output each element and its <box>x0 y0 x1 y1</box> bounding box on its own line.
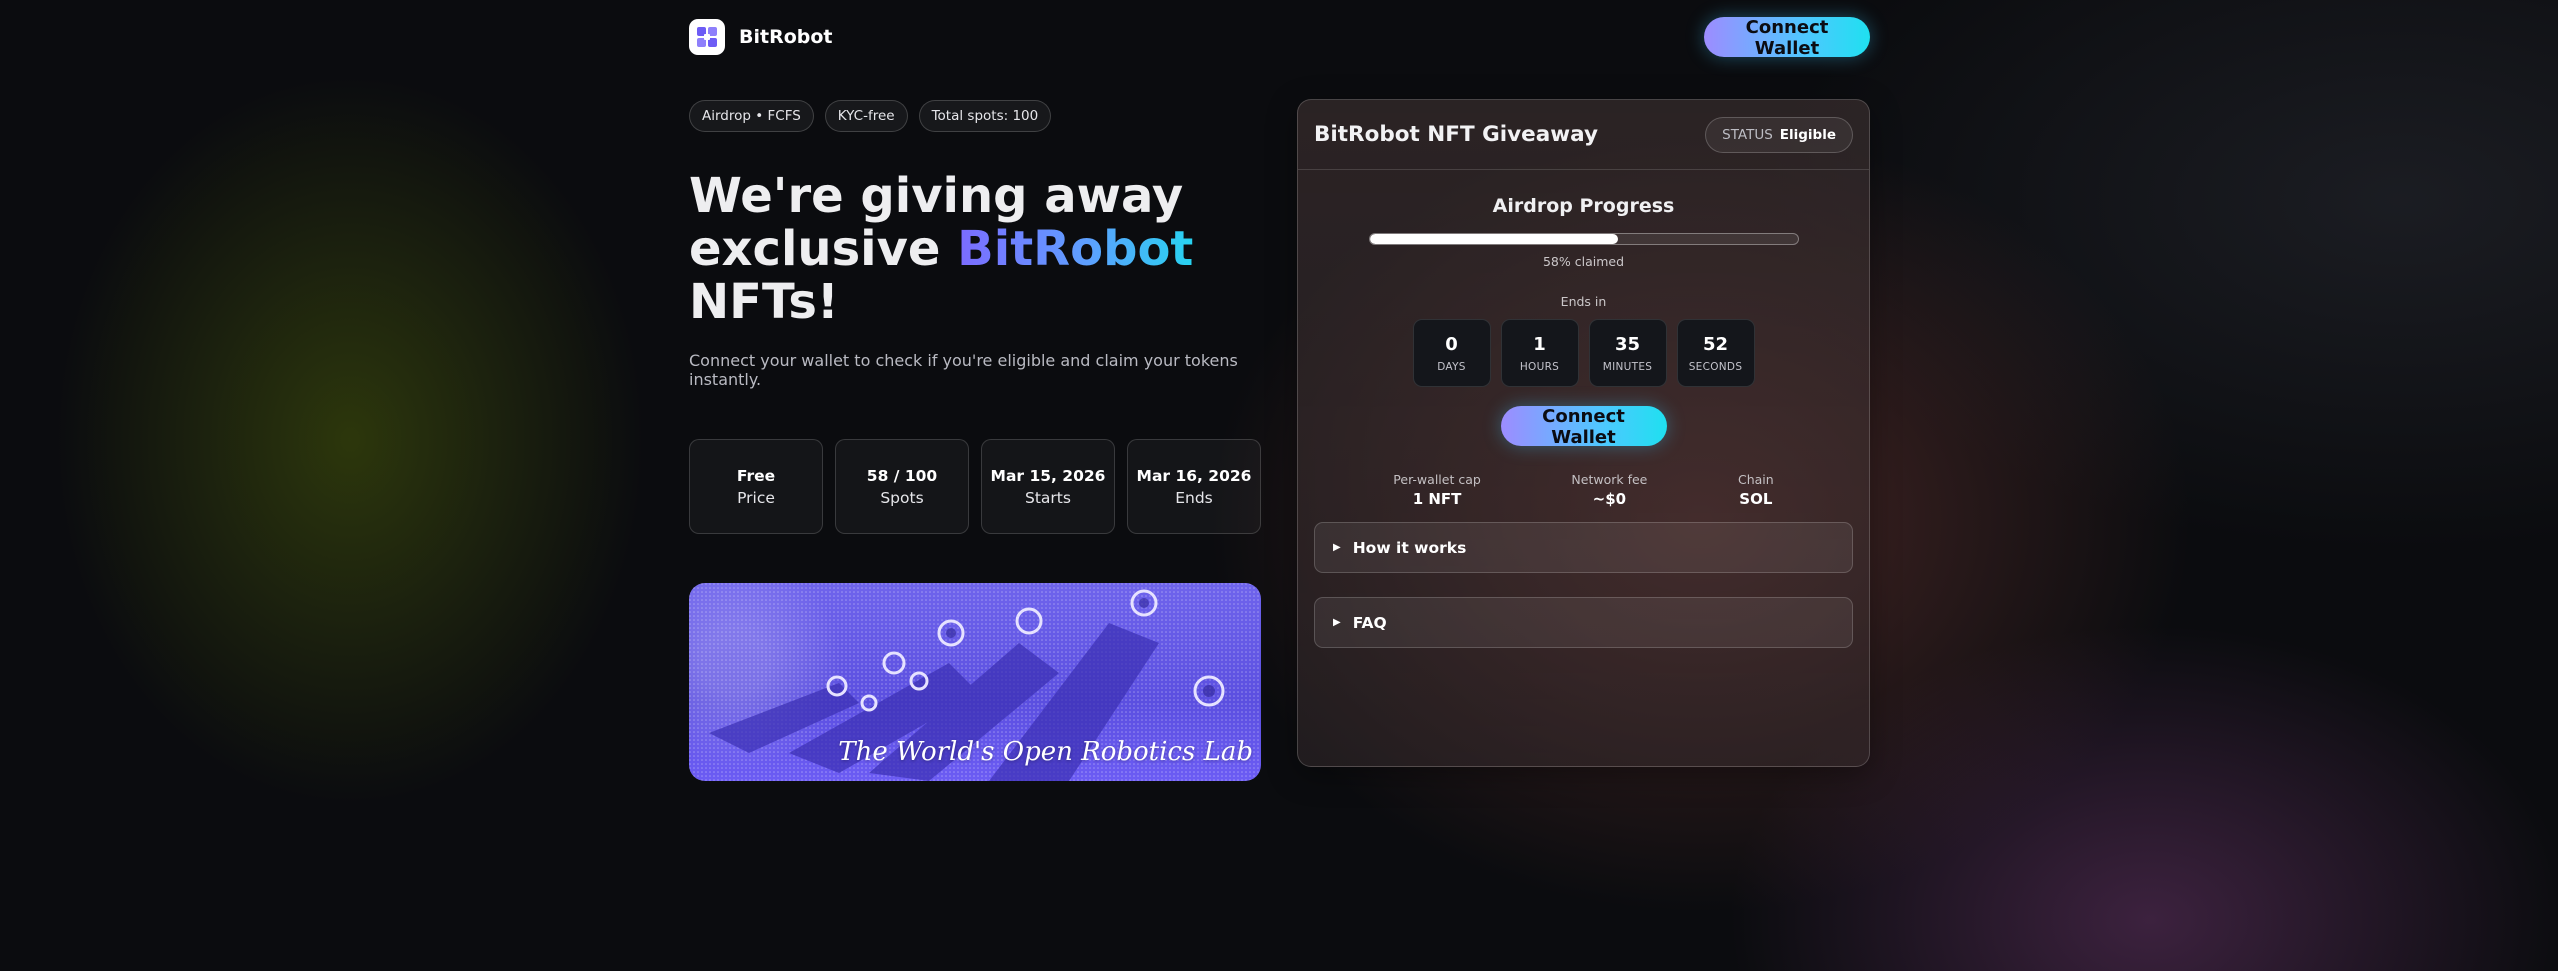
accordion-how-it-works[interactable]: ▶ How it works <box>1314 522 1853 573</box>
stat-spots: 58 / 100 Spots <box>835 439 969 534</box>
giveaway-card: BitRobot NFT Giveaway STATUS Eligible Ai… <box>1297 99 1870 767</box>
timer-unit: MINUTES <box>1602 360 1653 373</box>
hero-title: We're giving away exclusive BitRobot NFT… <box>689 170 1209 329</box>
hero-section: Airdrop • FCFS KYC-free Total spots: 100… <box>689 100 1261 781</box>
top-header: BitRobot Connect Wallet <box>689 17 1870 59</box>
meta-value: SOL <box>1739 490 1773 508</box>
triangle-right-icon: ▶ <box>1333 617 1341 628</box>
meta-row: Per-wallet cap 1 NFT Network fee ~$0 Cha… <box>1298 472 1869 508</box>
hero-title-highlight: BitRobot <box>957 221 1194 277</box>
timer-hours: 1 HOURS <box>1500 319 1579 387</box>
status-badge: STATUS Eligible <box>1705 116 1853 153</box>
chip-airdrop: Airdrop • FCFS <box>689 100 814 132</box>
stat-label: Ends <box>1175 488 1213 507</box>
hero-title-line2: exclusive <box>689 221 958 277</box>
stat-value: Mar 15, 2026 <box>990 466 1106 485</box>
timer-days: 0 DAYS <box>1412 319 1491 387</box>
timer-minutes: 35 MINUTES <box>1588 319 1667 387</box>
meta-key: Per-wallet cap <box>1393 472 1481 487</box>
ends-in-label: Ends in <box>1560 294 1607 309</box>
stat-price: Free Price <box>689 439 823 534</box>
timer-unit: SECONDS <box>1688 360 1743 373</box>
bitrobot-logo-icon <box>689 19 725 55</box>
meta-value: 1 NFT <box>1412 490 1462 508</box>
accordion-label: FAQ <box>1352 613 1387 632</box>
countdown-timer: 0 DAYS 1 HOURS 35 MINUTES 52 SECONDS <box>1298 319 1869 387</box>
progress-bar <box>1368 233 1799 245</box>
status-key: STATUS <box>1722 126 1773 143</box>
timer-seconds: 52 SECONDS <box>1676 319 1755 387</box>
timer-unit: HOURS <box>1519 360 1560 373</box>
timer-unit: DAYS <box>1437 360 1466 373</box>
banner-caption: The World's Open Robotics Lab <box>838 737 1253 767</box>
meta-key: Chain <box>1737 472 1774 487</box>
hero-title-line1: We're giving away <box>689 168 1184 224</box>
chip-total-spots: Total spots: 100 <box>918 100 1052 132</box>
progress-fill <box>1369 234 1618 244</box>
tag-chips: Airdrop • FCFS KYC-free Total spots: 100 <box>689 100 1261 132</box>
meta-network-fee: Network fee ~$0 <box>1571 472 1647 508</box>
stats-row: Free Price 58 / 100 Spots Mar 15, 2026 S… <box>689 439 1261 534</box>
stat-label: Spots <box>880 488 924 507</box>
stat-label: Starts <box>1025 488 1071 507</box>
meta-per-wallet-cap: Per-wallet cap 1 NFT <box>1393 472 1481 508</box>
progress-caption: 58% claimed <box>1542 254 1625 269</box>
hero-subtitle: Connect your wallet to check if you're e… <box>689 351 1238 389</box>
timer-value: 0 <box>1445 333 1458 355</box>
header-connect-wallet-button[interactable]: Connect Wallet <box>1704 17 1870 59</box>
stat-value: 58 / 100 <box>866 466 938 485</box>
timer-value: 52 <box>1702 333 1729 355</box>
stat-starts: Mar 15, 2026 Starts <box>981 439 1115 534</box>
card-title: BitRobot NFT Giveaway <box>1314 122 1598 147</box>
accordion-faq[interactable]: ▶ FAQ <box>1314 597 1853 648</box>
progress-title: Airdrop Progress <box>1492 195 1675 217</box>
stat-value: Mar 16, 2026 <box>1136 466 1252 485</box>
hero-title-line3: NFTs! <box>689 274 839 330</box>
chip-kyc: KYC-free <box>824 100 908 132</box>
timer-value: 35 <box>1614 333 1641 355</box>
meta-chain: Chain SOL <box>1738 472 1774 508</box>
stat-ends: Mar 16, 2026 Ends <box>1127 439 1261 534</box>
status-value: Eligible <box>1779 126 1836 143</box>
meta-key: Network fee <box>1571 472 1648 487</box>
card-header: BitRobot NFT Giveaway STATUS Eligible <box>1298 100 1869 170</box>
accordion-label: How it works <box>1352 538 1467 557</box>
stat-value: Free <box>736 466 776 485</box>
triangle-right-icon: ▶ <box>1333 542 1341 553</box>
card-connect-wallet-button[interactable]: Connect Wallet <box>1500 406 1667 448</box>
timer-value: 1 <box>1533 333 1546 355</box>
hero-banner-image: The World's Open Robotics Lab <box>689 583 1261 781</box>
stat-label: Price <box>737 488 775 507</box>
brand-name: BitRobot <box>739 26 833 48</box>
meta-value: ~$0 <box>1592 490 1627 508</box>
brand[interactable]: BitRobot <box>689 19 833 55</box>
